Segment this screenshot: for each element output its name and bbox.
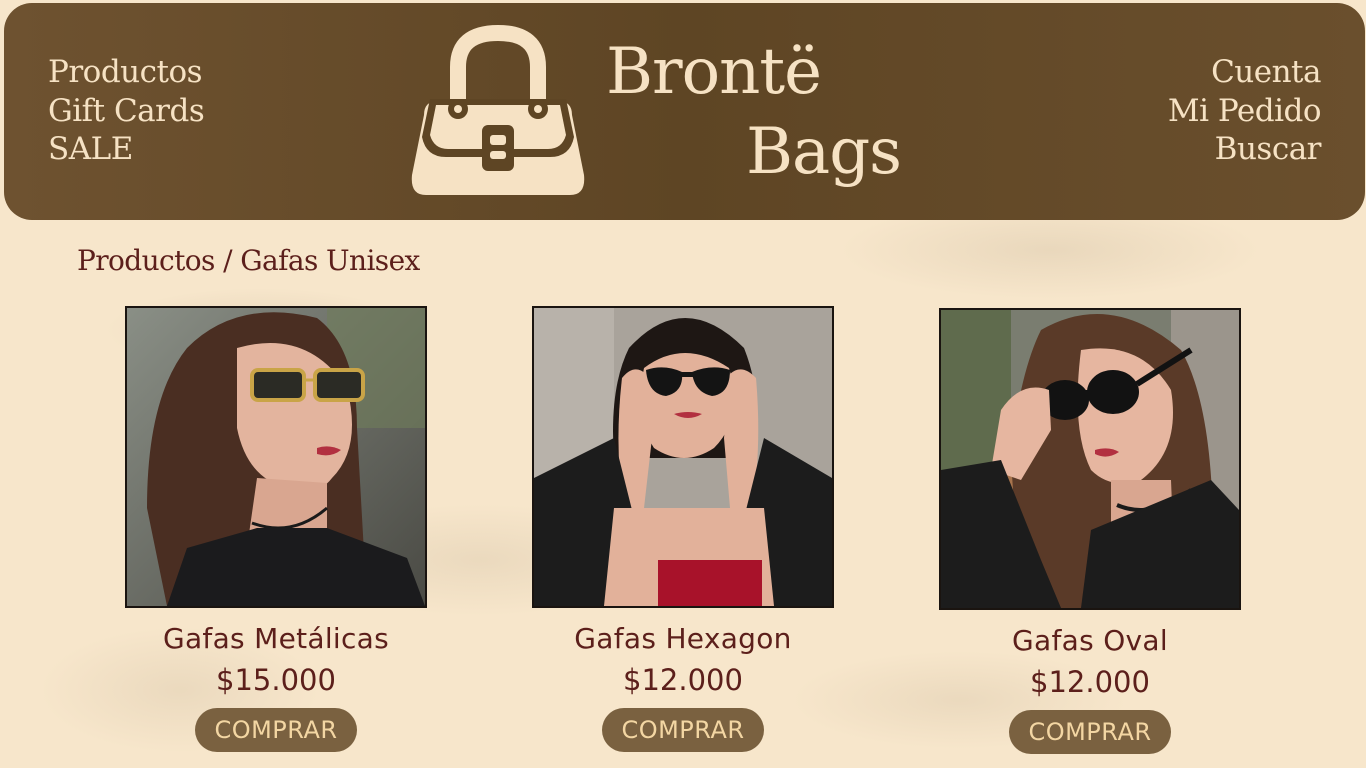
- product-photo[interactable]: [532, 306, 834, 608]
- buy-button[interactable]: COMPRAR: [195, 708, 357, 752]
- product-price: $12.000: [1030, 665, 1150, 699]
- site-header: Productos Gift Cards SALE Brontë Bags Cu…: [4, 3, 1365, 220]
- nav-right: Cuenta Mi Pedido Buscar: [1168, 53, 1322, 169]
- product-card: Gafas Metálicas $15.000 COMPRAR: [125, 306, 427, 752]
- product-photo[interactable]: [125, 306, 427, 608]
- nav-sale[interactable]: SALE: [48, 130, 204, 169]
- nav-buscar[interactable]: Buscar: [1215, 130, 1322, 169]
- buy-button[interactable]: COMPRAR: [1009, 710, 1171, 754]
- product-name[interactable]: Gafas Metálicas: [163, 622, 389, 656]
- nav-cuenta[interactable]: Cuenta: [1211, 53, 1321, 92]
- product-card: Gafas Hexagon $12.000 COMPRAR: [532, 306, 834, 752]
- brand-name-line1: Brontë: [606, 35, 822, 109]
- handbag-icon[interactable]: [410, 25, 586, 199]
- product-price: $15.000: [216, 663, 336, 697]
- product-name[interactable]: Gafas Oval: [1012, 624, 1168, 658]
- nav-gift-cards[interactable]: Gift Cards: [48, 92, 205, 131]
- breadcrumb[interactable]: Productos / Gafas Unisex: [77, 243, 420, 279]
- nav-productos[interactable]: Productos: [48, 53, 204, 92]
- product-price: $12.000: [623, 663, 743, 697]
- brand-name-line2: Bags: [746, 115, 902, 189]
- product-card: Gafas Oval $12.000 COMPRAR: [939, 308, 1241, 754]
- nav-mi-pedido[interactable]: Mi Pedido: [1168, 92, 1322, 131]
- product-photo[interactable]: [939, 308, 1241, 610]
- product-name[interactable]: Gafas Hexagon: [574, 622, 791, 656]
- buy-button[interactable]: COMPRAR: [602, 708, 764, 752]
- nav-left: Productos Gift Cards SALE: [48, 53, 205, 169]
